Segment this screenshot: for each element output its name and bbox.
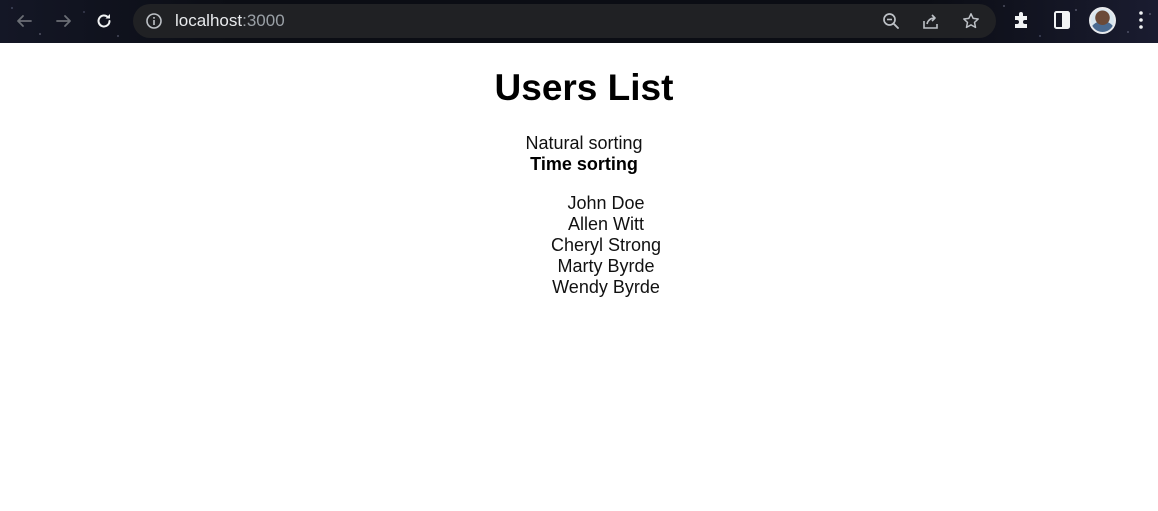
user-item: John Doe: [567, 193, 645, 213]
reload-icon: [97, 14, 111, 28]
users-list: John Doe Allen Witt Cheryl Strong Marty …: [506, 193, 706, 298]
url-port: :3000: [242, 11, 285, 30]
arrow-left-icon: [17, 15, 32, 27]
natural-sorting-option[interactable]: Natural sorting: [0, 133, 1158, 154]
back-button[interactable]: [10, 8, 38, 34]
info-icon[interactable]: [145, 12, 163, 30]
extensions-puzzle-icon[interactable]: [1012, 10, 1032, 30]
reading-list-icon[interactable]: [1052, 10, 1072, 30]
share-icon[interactable]: [922, 12, 940, 30]
reload-button[interactable]: [90, 8, 118, 34]
user-item: Wendy Byrde: [552, 277, 660, 297]
browser-toolbar: localhost:3000: [0, 0, 1158, 43]
bookmark-star-icon[interactable]: [962, 12, 980, 30]
zoom-out-icon[interactable]: [882, 12, 900, 30]
url-text[interactable]: localhost:3000: [175, 11, 285, 31]
time-sorting-option[interactable]: Time sorting: [0, 154, 1158, 175]
address-bar[interactable]: localhost:3000: [133, 4, 996, 38]
kebab-menu-icon[interactable]: [1134, 10, 1148, 30]
user-item: Allen Witt: [567, 214, 645, 234]
profile-avatar[interactable]: [1089, 7, 1116, 34]
arrow-right-icon: [56, 15, 71, 27]
page-title: Users List: [494, 67, 674, 108]
user-item: Cheryl Strong: [550, 235, 662, 255]
forward-button[interactable]: [50, 8, 78, 34]
url-host: localhost: [175, 11, 243, 30]
user-item: Marty Byrde: [557, 256, 655, 276]
